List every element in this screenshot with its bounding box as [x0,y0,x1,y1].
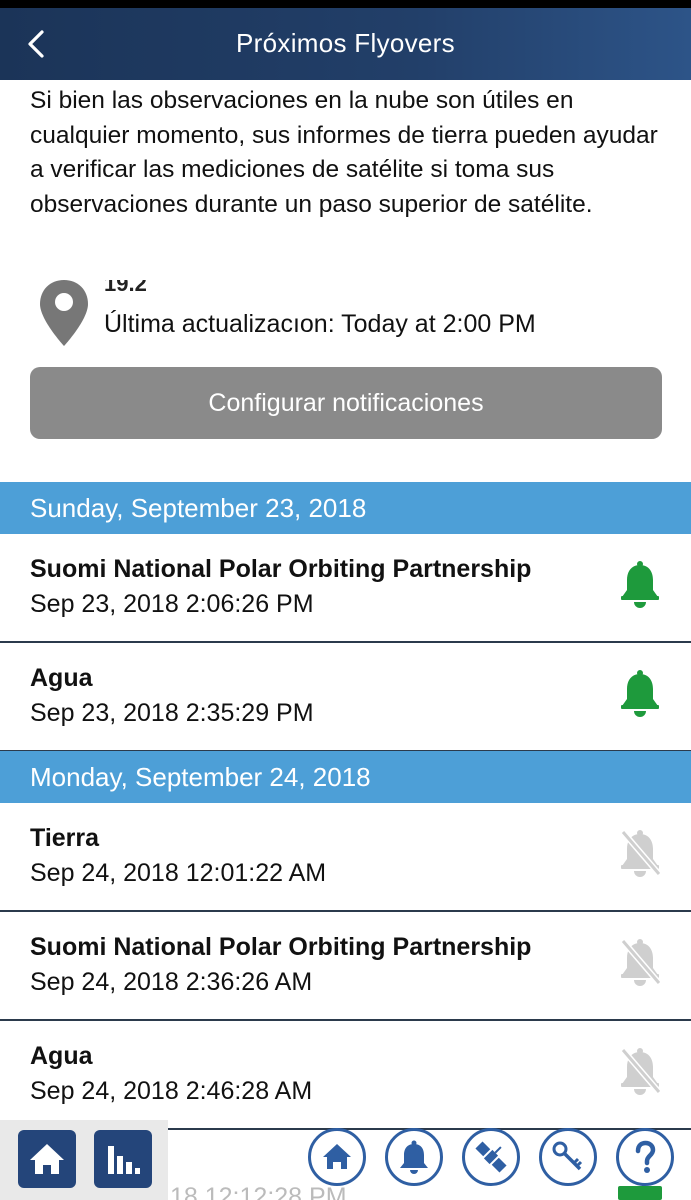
nav-home-button[interactable] [308,1128,366,1186]
nav-help-button[interactable] [616,1128,674,1186]
pass-row[interactable]: Tierra Sep 24, 2018 12:01:22 AM [0,804,691,912]
day-header: Monday, September 24, 2018 [0,751,691,803]
bell-icon [618,1186,662,1200]
pass-row[interactable]: Agua Sep 24, 2018 2:46:28 AM [0,1022,691,1130]
satellite-name: Agua [30,664,93,692]
intro-text: Si bien las observaciones en la nube son… [30,87,658,218]
status-bar [0,0,691,8]
pass-row[interactable]: Suomi National Polar Orbiting Partnershi… [0,913,691,1021]
bell-off-icon[interactable] [619,937,661,989]
partial-pass-time: 18 12:12:28 PM [170,1183,347,1200]
home-icon [323,1144,351,1169]
help-icon [635,1140,656,1173]
bell-icon [400,1140,428,1174]
satellite-name: Suomi National Polar Orbiting Partnershi… [30,555,532,583]
bell-icon[interactable] [619,668,661,720]
bell-off-icon[interactable] [619,1046,661,1098]
location-coordinates: 19.2 [104,280,147,292]
configure-notifications-button[interactable]: Configurar notificaciones [30,367,662,439]
day-header: Sunday, September 23, 2018 [0,482,691,534]
pass-time: Sep 24, 2018 12:01:22 AM [30,859,327,887]
bell-off-icon[interactable] [619,828,661,880]
nav-satellite-button[interactable] [462,1128,520,1186]
map-pin-icon [40,280,88,346]
satellite-name: Suomi National Polar Orbiting Partnershi… [30,933,532,961]
bottom-left-toolbar [0,1120,168,1200]
bell-icon[interactable] [619,559,661,611]
home-icon [30,1144,64,1174]
stats-tile-button[interactable] [94,1130,152,1188]
satellite-name: Agua [30,1042,93,1070]
nav-key-button[interactable] [539,1128,597,1186]
pass-time: Sep 23, 2018 2:06:26 PM [30,590,314,618]
location-info: 19.2 Última actualizacıon: Today at 2:00… [38,278,678,352]
nav-notifications-button[interactable] [385,1128,443,1186]
pass-row[interactable]: Agua Sep 23, 2018 2:35:29 PM [0,644,691,752]
satellite-icon [475,1141,507,1173]
pass-time: Sep 24, 2018 2:36:26 AM [30,968,313,996]
last-updated-text: Última actualizacıon: Today at 2:00 PM [104,310,536,338]
pass-row[interactable]: Suomi National Polar Orbiting Partnershi… [0,535,691,643]
key-icon [552,1141,583,1171]
bar-chart-icon [108,1146,140,1174]
satellite-name: Tierra [30,824,100,852]
app-header: Próximos Flyovers [0,8,691,80]
pass-time: Sep 23, 2018 2:35:29 PM [30,699,314,727]
page-title: Próximos Flyovers [236,28,455,58]
pass-time: Sep 24, 2018 2:46:28 AM [30,1077,313,1105]
home-tile-button[interactable] [18,1130,76,1188]
